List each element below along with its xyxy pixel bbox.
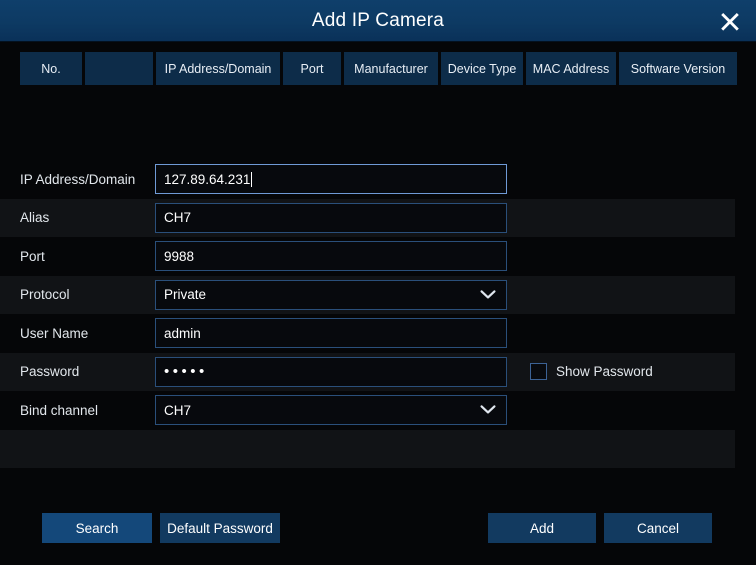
column-header-mac-address[interactable]: MAC Address [526,52,616,85]
add-ip-camera-dialog: Add IP Camera No. IP Address/Domain Port Ma… [0,0,756,565]
column-header-ip-address-domain[interactable]: IP Address/Domain [156,52,280,85]
form-row-port: Port 9988 [0,237,735,276]
form-row-bind-channel: Bind channel CH7 [0,391,735,430]
column-header-blank[interactable] [85,52,153,85]
value-user-name: admin [164,325,201,341]
label-protocol: Protocol [20,287,70,303]
show-password-label: Show Password [556,364,653,380]
chevron-down-icon[interactable] [480,290,496,300]
form-row-user-name: User Name admin [0,314,735,353]
add-button[interactable]: Add [488,513,596,543]
value-ip-address-domain: 127.89.64.231 [164,171,251,187]
dialog-titlebar: Add IP Camera [0,0,756,42]
input-ip-address-domain[interactable]: 127.89.64.231 [155,164,507,195]
default-password-button[interactable]: Default Password [160,513,280,543]
cancel-button[interactable]: Cancel [604,513,712,543]
text-cursor [251,171,253,187]
select-bind-channel[interactable]: CH7 [155,395,507,426]
show-password-toggle[interactable]: Show Password [530,363,653,381]
camera-form: IP Address/Domain 127.89.64.231 Alias CH7 Po… [0,160,756,468]
show-password-checkbox[interactable] [530,363,547,381]
form-row-ip-address-domain: IP Address/Domain 127.89.64.231 [0,160,735,199]
search-button[interactable]: Search [42,513,152,543]
label-bind-channel: Bind channel [20,402,99,418]
label-ip-address-domain: IP Address/Domain [20,171,136,187]
camera-list-header: No. IP Address/Domain Port Manufacturer Devi… [0,52,756,85]
column-header-device-type[interactable]: Device Type [441,52,523,85]
form-row-password: Password ••••• Show Password [0,352,735,391]
label-user-name: User Name [20,325,89,341]
column-header-manufacturer[interactable]: Manufacturer [344,52,438,85]
value-port: 9988 [164,248,195,264]
form-row-empty [0,429,735,468]
label-alias: Alias [20,210,50,226]
input-port[interactable]: 9988 [155,241,507,272]
dialog-button-bar: Search Default Password Add Cancel [0,513,756,545]
value-protocol: Private [164,287,207,303]
column-header-port[interactable]: Port [283,52,341,85]
form-row-protocol: Protocol Private [0,275,735,314]
dialog-title: Add IP Camera [311,10,445,31]
value-password: ••••• [164,363,208,381]
label-port: Port [20,248,45,264]
column-header-software-version[interactable]: Software Version [619,52,737,85]
chevron-down-icon[interactable] [480,405,496,415]
close-icon[interactable] [712,3,748,38]
column-header-no[interactable]: No. [20,52,82,85]
select-protocol[interactable]: Private [155,279,507,310]
input-password[interactable]: ••••• [155,356,507,387]
label-password: Password [20,364,80,380]
input-alias[interactable]: CH7 [155,202,507,233]
value-bind-channel: CH7 [164,402,192,418]
form-row-alias: Alias CH7 [0,198,735,237]
input-user-name[interactable]: admin [155,318,507,349]
value-alias: CH7 [164,210,192,226]
